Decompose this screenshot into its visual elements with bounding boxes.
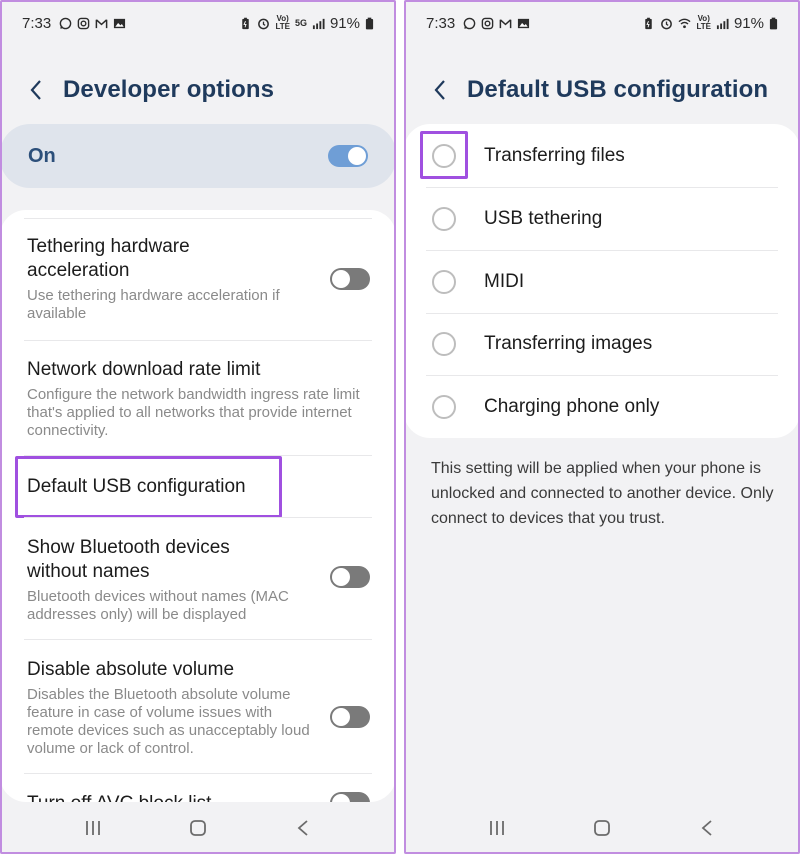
volte-icon: Vo) LTE (696, 15, 711, 31)
home-button[interactable] (178, 808, 218, 848)
chevron-left-icon (434, 80, 445, 100)
navigation-bar (404, 802, 800, 854)
back-button[interactable] (426, 64, 454, 116)
divider (24, 340, 372, 341)
back-icon (701, 820, 712, 836)
recents-button[interactable] (73, 808, 113, 848)
instagram-icon (77, 17, 90, 29)
wifi-icon (678, 18, 691, 28)
radio-button[interactable] (432, 207, 456, 231)
page-title: Developer options (63, 76, 275, 103)
alarm-icon (258, 18, 270, 29)
instagram-icon (481, 17, 494, 29)
setting-network-download-limit[interactable]: Network download rate limit Configure th… (0, 358, 396, 458)
absolute-volume-toggle[interactable] (330, 706, 370, 728)
option-label: Charging phone only (484, 396, 660, 417)
navigation-bar (0, 802, 396, 854)
highlight-box (420, 131, 468, 179)
5g-icon: 5G (294, 18, 307, 28)
battery-icon (769, 17, 778, 29)
status-time: 7:33 (22, 14, 52, 32)
setting-disable-absolute-volume[interactable]: Disable absolute volume Disables the Blu… (0, 658, 396, 768)
divider (24, 639, 372, 640)
app-bar: Developer options (0, 64, 396, 116)
radio-button[interactable] (432, 270, 456, 294)
recents-icon (85, 821, 100, 835)
option-midi[interactable]: MIDI (404, 251, 800, 313)
option-label: MIDI (484, 271, 525, 292)
radio-button[interactable] (432, 395, 456, 419)
setting-subtitle: Use tethering hardware acceleration if a… (27, 287, 280, 322)
home-icon (594, 820, 610, 836)
gallery-icon (114, 18, 126, 28)
signal-icon (716, 18, 729, 29)
settings-list: Tethering hardware acceleration Use teth… (0, 210, 396, 802)
option-label: USB tethering (484, 208, 603, 229)
back-icon (297, 820, 308, 836)
option-transferring-images[interactable]: Transferring images (404, 313, 800, 375)
page-title: Default USB configuration (467, 76, 769, 103)
setting-title: Show Bluetooth devices without names (27, 537, 230, 582)
whatsapp-icon (463, 17, 476, 29)
home-icon (190, 820, 206, 836)
setting-title: Tethering hardware acceleration (27, 236, 190, 281)
divider (24, 773, 372, 774)
nav-back-button[interactable] (687, 808, 727, 848)
setting-tethering-hw-accel[interactable]: Tethering hardware acceleration Use teth… (0, 235, 396, 353)
master-switch-label: On (28, 144, 56, 167)
whatsapp-icon (59, 17, 72, 29)
setting-subtitle: Disables the Bluetooth absolute volume f… (27, 686, 310, 757)
back-button[interactable] (22, 64, 50, 116)
highlight-box (15, 456, 282, 518)
home-button[interactable] (582, 808, 622, 848)
gmail-icon (95, 18, 108, 28)
developer-options-screen: 7:33 Vo)LTE 5G 91% Developer options On (0, 0, 396, 854)
option-charging-only[interactable]: Charging phone only (404, 376, 800, 438)
app-bar: Default USB configuration (404, 64, 800, 116)
signal-icon (312, 18, 325, 29)
master-switch-card[interactable]: On (0, 124, 396, 188)
bt-names-toggle[interactable] (330, 566, 370, 588)
master-toggle[interactable] (328, 145, 368, 167)
radio-button[interactable] (432, 332, 456, 356)
volte-icon: Vo) LTE (275, 15, 290, 31)
status-bar: 7:33 Vo) LTE 5G 91% (0, 0, 396, 46)
recents-button[interactable] (477, 808, 517, 848)
battery-icon (365, 17, 374, 29)
setting-subtitle: Bluetooth devices without names (MAC add… (27, 588, 289, 623)
battery-saver-icon (645, 17, 653, 29)
option-usb-tethering[interactable]: USB tethering (404, 188, 800, 250)
chevron-left-icon (30, 80, 41, 100)
option-label: Transferring images (484, 333, 653, 354)
option-label: Transferring files (484, 145, 625, 166)
setting-subtitle: Configure the network bandwidth ingress … (27, 386, 360, 439)
usb-config-screen: 7:33 Vo) LTE 91% Default USB configuratio… (404, 0, 800, 854)
setting-title: Network download rate limit (27, 359, 261, 380)
setting-turn-off-avc[interactable]: Turn off AVC block list (0, 792, 396, 802)
divider (24, 517, 372, 518)
gmail-icon (499, 18, 512, 28)
recents-icon (489, 821, 504, 835)
usb-config-note: This setting will be applied when your p… (431, 460, 774, 527)
setting-title: Disable absolute volume (27, 659, 235, 680)
tethering-toggle[interactable] (330, 268, 370, 290)
battery-percent: 91% (329, 14, 360, 32)
status-time: 7:33 (426, 14, 456, 32)
nav-back-button[interactable] (283, 808, 323, 848)
usb-options-list: Transferring files USB tethering MIDI Tr… (404, 124, 800, 438)
divider (24, 218, 372, 219)
battery-saver-icon (242, 17, 250, 29)
avc-toggle[interactable] (330, 792, 370, 802)
setting-show-bt-without-names[interactable]: Show Bluetooth devices without names Blu… (0, 536, 396, 636)
battery-percent: 91% (733, 14, 764, 32)
lte-label: LTE (275, 22, 290, 31)
gallery-icon (518, 18, 530, 28)
alarm-icon (661, 18, 673, 29)
status-bar: 7:33 Vo) LTE 91% (404, 0, 800, 46)
lte-label: LTE (696, 22, 711, 31)
